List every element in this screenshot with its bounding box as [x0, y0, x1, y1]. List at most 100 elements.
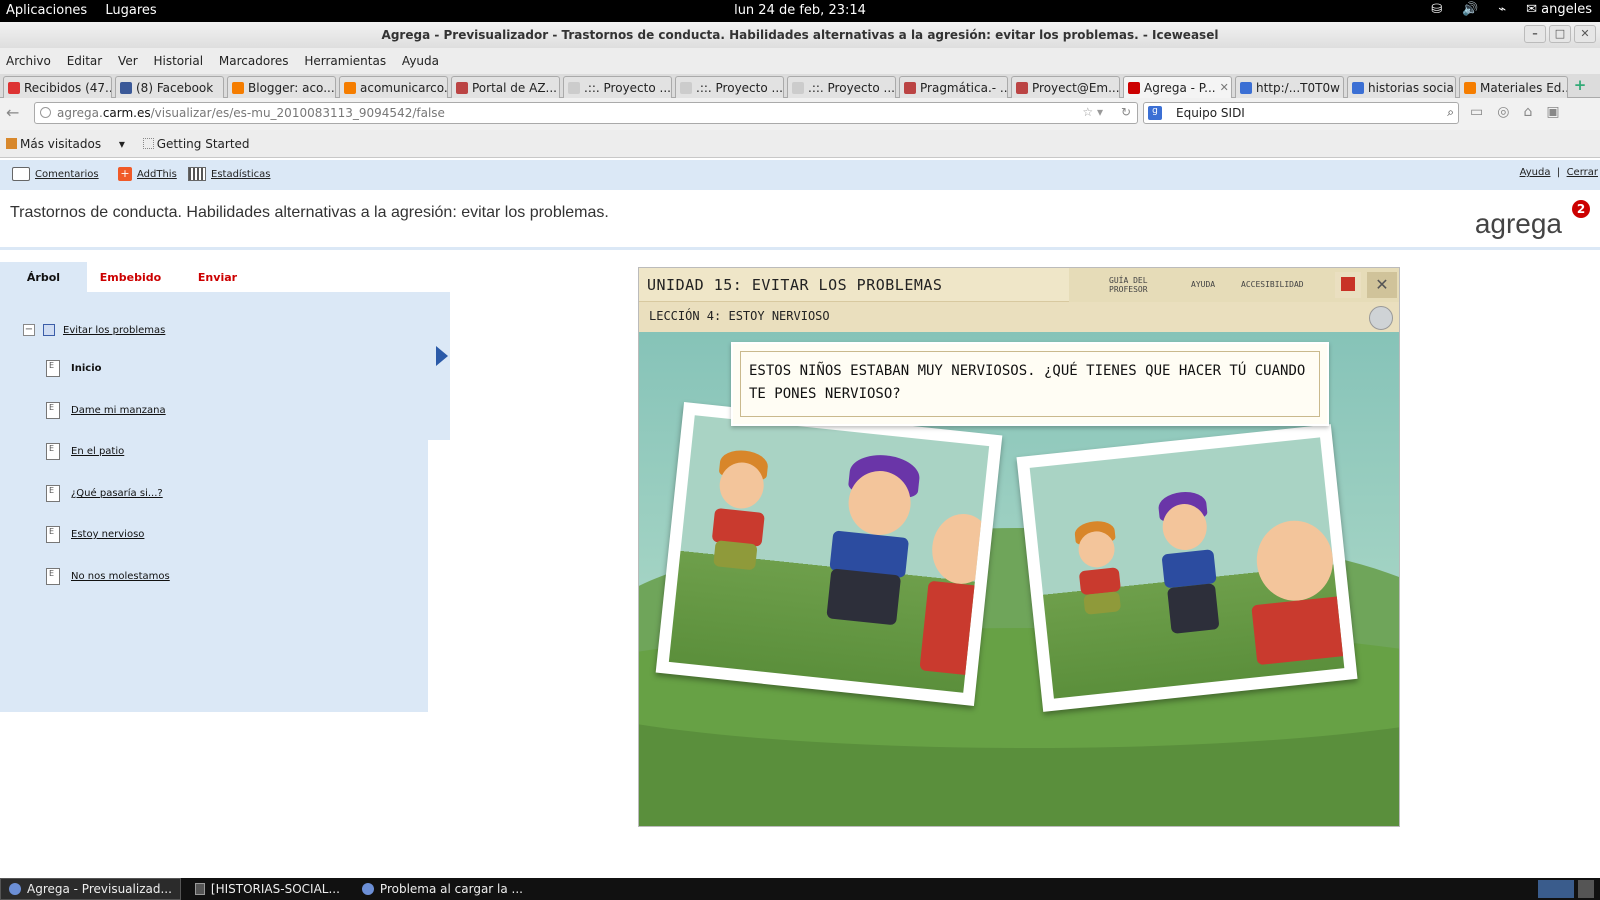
s3-icon[interactable]: ▣: [1546, 104, 1559, 120]
taskbar-window-button[interactable]: [HISTORIAS-SOCIAL...: [187, 878, 348, 900]
illustration-laughing-kid: [1029, 437, 1345, 699]
tree-item-link[interactable]: Dame mi manzana: [71, 405, 166, 416]
tree-item-link[interactable]: ¿Qué pasaría si...?: [71, 488, 163, 499]
document-icon: E: [46, 485, 60, 502]
tab-label: Portal de AZ...: [472, 80, 557, 95]
close-window-button[interactable]: ✕: [1574, 25, 1596, 43]
browser-tab[interactable]: acomunicarco...: [339, 76, 448, 98]
tree-root-link[interactable]: Evitar los problemas: [63, 325, 165, 336]
collapse-icon[interactable]: −: [23, 324, 35, 336]
help-link[interactable]: Ayuda: [1520, 167, 1551, 178]
tab-embebido[interactable]: Embebido: [87, 262, 174, 292]
browser-tab[interactable]: Materiales Ed...: [1459, 76, 1568, 98]
stats-tool[interactable]: Estadísticas: [188, 167, 270, 181]
menu-marcadores[interactable]: Marcadores: [219, 54, 289, 68]
clock[interactable]: lun 24 de feb, 23:14: [0, 3, 1600, 18]
window-title: Agrega - Previsualizador - Trastornos de…: [381, 28, 1219, 42]
comments-link[interactable]: Comentarios: [35, 169, 99, 180]
accessibility-button[interactable]: ACCESIBILIDAD: [1241, 280, 1304, 289]
most-visited-bookmark[interactable]: Más visitados ▾: [6, 137, 125, 151]
browser-tab[interactable]: Recibidos (47...: [3, 76, 112, 98]
module-icon: [43, 324, 55, 336]
tree-item[interactable]: E En el patio: [46, 443, 124, 460]
search-engine-icon[interactable]: g: [1148, 106, 1162, 120]
document-icon: E: [46, 360, 60, 377]
back-arrow-icon[interactable]: ←: [6, 103, 28, 125]
getting-started-bookmark[interactable]: Getting Started: [142, 137, 264, 151]
browser-tab[interactable]: http:/...T0T0w: [1235, 76, 1344, 98]
tools-icon[interactable]: ✕: [1367, 272, 1397, 298]
tab-label: Pragmática.- ...: [920, 80, 1008, 95]
tab-arbol[interactable]: Árbol: [0, 262, 87, 292]
minimize-button[interactable]: –: [1524, 25, 1546, 43]
tab-label: Proyect@Em...: [1032, 80, 1120, 95]
tree-item-link[interactable]: En el patio: [71, 446, 124, 457]
menu-ayuda[interactable]: Ayuda: [402, 54, 439, 68]
tab-favicon-icon: [232, 81, 244, 94]
photo-angry-kids: [655, 402, 1003, 706]
menu-ver[interactable]: Ver: [118, 54, 138, 68]
reload-icon[interactable]: ↻: [1121, 105, 1131, 119]
close-link[interactable]: Cerrar: [1567, 167, 1598, 178]
user-menu[interactable]: ✉ angeles: [1526, 2, 1592, 17]
addthis-tool[interactable]: + AddThis: [118, 167, 177, 181]
addthis-link[interactable]: AddThis: [137, 169, 177, 180]
browser-tab[interactable]: historias socia...: [1347, 76, 1456, 98]
title-divider: [0, 247, 1600, 250]
volume-icon[interactable]: 🔊: [1462, 2, 1478, 17]
taskbar-window-button[interactable]: Problema al cargar la ...: [354, 878, 531, 900]
content-tree-panel: − Evitar los problemas E Inicio E Dame mi m…: [0, 292, 450, 712]
browser-tab[interactable]: .::. Proyecto ...: [675, 76, 784, 98]
home-button-icon[interactable]: [1335, 272, 1361, 298]
tree-item[interactable]: E Dame mi manzana: [46, 402, 166, 419]
tree-item[interactable]: E Estoy nervioso: [46, 526, 144, 543]
browser-tab[interactable]: Proyect@Em...: [1011, 76, 1120, 98]
browser-tab[interactable]: Portal de AZ...: [451, 76, 560, 98]
close-tab-icon[interactable]: ✕: [1220, 81, 1229, 94]
url-bar[interactable]: agrega.carm.es/visualizar/es/es-mu_20100…: [34, 102, 1138, 124]
tree-item[interactable]: E Inicio: [46, 360, 102, 377]
new-tab-button[interactable]: +: [1571, 76, 1589, 97]
tab-enviar[interactable]: Enviar: [174, 262, 261, 292]
expand-panel-arrow-icon[interactable]: [436, 346, 448, 366]
bookmark-star-icon[interactable]: ☆ ▾: [1082, 105, 1103, 119]
menu-editar[interactable]: Editar: [67, 54, 103, 68]
tab-label: http:/...T0T0w: [1256, 80, 1340, 95]
tree-item[interactable]: E ¿Qué pasaría si...?: [46, 485, 163, 502]
teacher-guide-button[interactable]: GUÍA DEL PROFESOR: [1109, 276, 1148, 294]
comments-tool[interactable]: Comentarios: [12, 167, 99, 181]
addons-icon[interactable]: ◎: [1497, 104, 1509, 120]
angry-boy-figure: [803, 449, 941, 641]
downloads-icon[interactable]: ▭: [1470, 104, 1483, 120]
satellite-dish-icon[interactable]: [1369, 306, 1393, 330]
menu-archivo[interactable]: Archivo: [6, 54, 51, 68]
taskbar-window-label: Problema al cargar la ...: [379, 882, 523, 896]
taskbar-window-button[interactable]: Agrega - Previsualizad...: [0, 878, 181, 900]
browser-tab[interactable]: .::. Proyecto ...: [563, 76, 672, 98]
browser-tab[interactable]: (8) Facebook: [115, 76, 224, 98]
menu-historial[interactable]: Historial: [153, 54, 203, 68]
tree-item-link[interactable]: No nos molestamos: [71, 571, 170, 582]
tree-item-link[interactable]: Estoy nervioso: [71, 529, 144, 540]
update-icon[interactable]: ⛁: [1431, 2, 1442, 17]
home-icon[interactable]: ⌂: [1523, 104, 1532, 120]
browser-tab[interactable]: Blogger: aco...: [227, 76, 336, 98]
network-icon[interactable]: ⌁: [1498, 2, 1506, 17]
help-button[interactable]: AYUDA: [1191, 280, 1215, 289]
workspace-switcher[interactable]: [1538, 880, 1594, 898]
tree-item[interactable]: E No nos molestamos: [46, 568, 170, 585]
workspace-1[interactable]: [1538, 880, 1574, 898]
stats-link[interactable]: Estadísticas: [211, 169, 270, 180]
tree-item-link[interactable]: Inicio: [71, 363, 102, 374]
search-icon[interactable]: ⌕: [1447, 105, 1454, 120]
browser-tab[interactable]: .::. Proyecto ...: [787, 76, 896, 98]
search-bar[interactable]: g Equipo SIDI ⌕: [1143, 102, 1459, 124]
maximize-button[interactable]: □: [1549, 25, 1571, 43]
window-titlebar: Agrega - Previsualizador - Trastornos de…: [0, 22, 1600, 48]
site-identity-icon[interactable]: [40, 107, 51, 118]
search-input[interactable]: Equipo SIDI: [1176, 106, 1245, 120]
workspace-2[interactable]: [1578, 880, 1594, 898]
browser-tab[interactable]: Agrega - P... ✕: [1123, 76, 1232, 98]
menu-herramientas[interactable]: Herramientas: [304, 54, 386, 68]
browser-tab[interactable]: Pragmática.- ...: [899, 76, 1008, 98]
